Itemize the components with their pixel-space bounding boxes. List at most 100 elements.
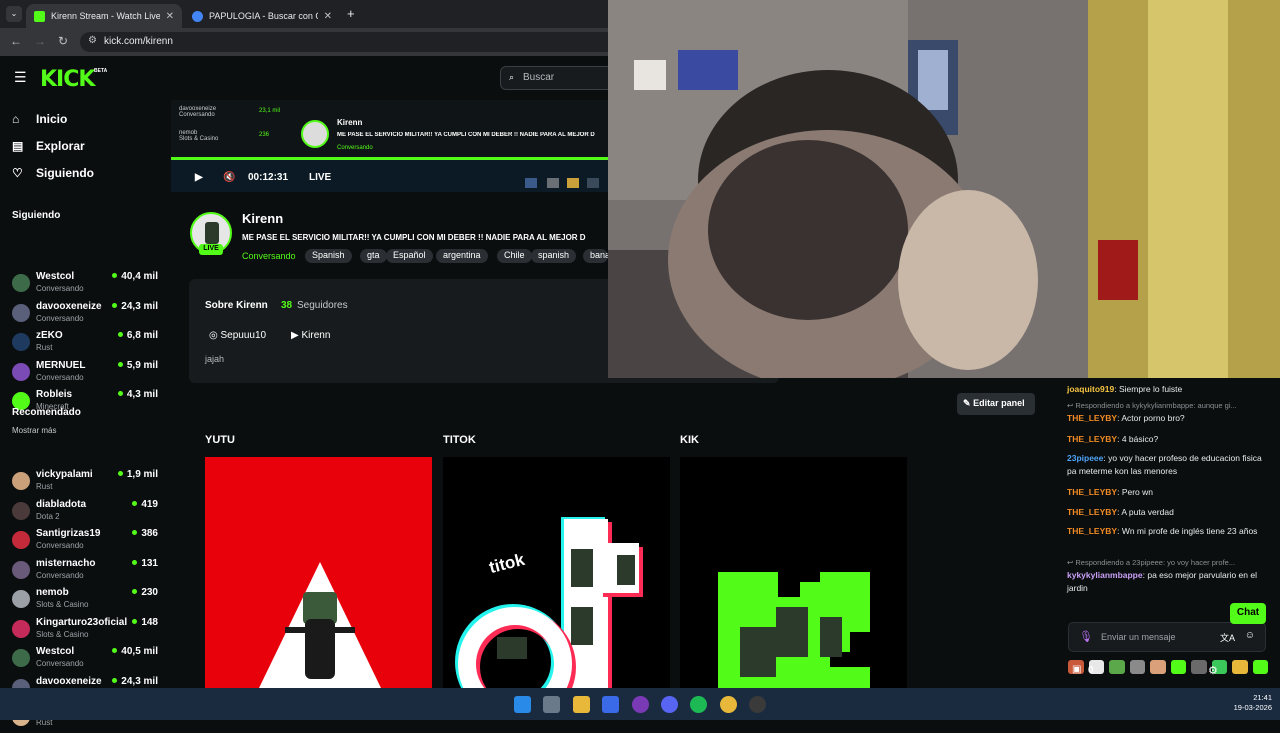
stream-tag[interactable]: gta <box>360 249 387 263</box>
channel-category: Conversando <box>36 313 84 323</box>
nav-explorar[interactable]: ▤ Explorar <box>12 139 85 153</box>
channel-name: davooxeneize <box>36 300 102 312</box>
mini-row: davooxeneize Conversando <box>179 106 217 118</box>
close-icon[interactable]: ✕ <box>166 11 174 22</box>
sidebar-channel[interactable]: vickypalami Rust 1,9 mil <box>12 469 162 497</box>
task-view-icon[interactable] <box>543 696 560 713</box>
chat-username[interactable]: joaquito919 <box>1067 384 1114 394</box>
stream-category[interactable]: Conversando <box>242 251 296 261</box>
chat-username[interactable]: THE_LEYBY <box>1067 434 1117 444</box>
kick-logo[interactable]: KICK <box>40 67 95 92</box>
store-icon[interactable] <box>602 696 619 713</box>
app-icon[interactable] <box>632 696 649 713</box>
sidebar-channel[interactable]: nemob Slots & Casino 230 <box>12 587 162 615</box>
stream-tag[interactable]: Chile <box>497 249 532 263</box>
sidebar-channel[interactable]: Westcol Conversando 40,4 mil <box>12 271 162 299</box>
chat-message: THE_LEYBY: A puta verdad <box>1067 507 1174 517</box>
stream-tag[interactable]: Spanish <box>305 249 352 263</box>
nav-siguiendo[interactable]: ♡ Siguiendo <box>12 166 94 180</box>
tab-google[interactable]: PAPULOGIA - Buscar con Google ✕ <box>184 4 340 28</box>
forward-arrow-icon[interactable]: → <box>34 34 46 48</box>
mini-text: ME PASE EL SERVICIO MILITAR!! YA CUMPLI … <box>337 132 595 138</box>
file-explorer-icon[interactable] <box>573 696 590 713</box>
panel-titok-image[interactable]: titok <box>443 457 670 688</box>
channel-name[interactable]: Kirenn <box>242 211 283 226</box>
kick-page: ☰ KICK BETA ⌕ Buscar ⌂ Inicio ▤ Explorar… <box>0 0 1280 727</box>
channel-category: Slots & Casino <box>36 600 89 609</box>
mute-icon[interactable]: 🔇 <box>223 172 235 183</box>
chat-message: THE_LEYBY: Wn mi profe de inglés tiene 2… <box>1067 526 1258 536</box>
video-player[interactable]: davooxeneize Conversando 23,1 mil nemob Sl… <box>171 100 608 192</box>
microphone-icon[interactable]: 🎙 <box>1079 630 1093 643</box>
chrome-icon[interactable] <box>720 696 737 713</box>
sidebar-channel[interactable]: davooxeneizeConversando 24,3 mil <box>12 301 162 329</box>
spotify-icon[interactable] <box>690 696 707 713</box>
chat-username[interactable]: THE_LEYBY <box>1067 487 1117 497</box>
home-icon: ⌂ <box>12 112 20 126</box>
menu-icon[interactable]: ☰ <box>14 69 27 86</box>
panel-yutu-image[interactable] <box>205 457 432 688</box>
taskbar-thumb-icon <box>587 178 599 188</box>
discord-icon[interactable] <box>661 696 678 713</box>
channel-category: Rust <box>36 343 53 352</box>
play-icon[interactable]: ▶ <box>195 172 203 183</box>
stream-tag[interactable]: argentina <box>436 249 488 263</box>
instagram-link[interactable]: ◎ Sepuuu10 <box>209 330 266 341</box>
sidebar-channel[interactable]: Westcol Conversando 40,5 mil <box>12 646 162 674</box>
avatar <box>12 619 30 638</box>
chat-username[interactable]: kykykylianmbappe <box>1067 570 1143 580</box>
chat-settings-icon[interactable]: ⚙ <box>1208 664 1218 677</box>
sidebar-channel[interactable]: Santigrizas19 Conversando 386 <box>12 528 162 556</box>
channel-name: nemob <box>36 587 69 598</box>
translate-icon[interactable]: 文A <box>1220 631 1235 644</box>
sidebar: ⌂ Inicio ▤ Explorar ♡ Siguiendo Siguiend… <box>0 100 170 727</box>
emoji-icon[interactable]: ☺ <box>1245 630 1255 641</box>
sidebar-channel[interactable]: MERNUEL Conversando 5,9 mil <box>12 360 162 388</box>
chat-send-button[interactable]: Chat <box>1230 603 1266 624</box>
chat-username[interactable]: THE_LEYBY <box>1067 507 1117 517</box>
clock-date: 19-03-2026 <box>1233 703 1272 712</box>
youtube-link[interactable]: ▶ Kirenn <box>291 330 330 341</box>
url-field[interactable]: ⚙ kick.com/kirenn <box>80 32 620 52</box>
sidebar-channel[interactable]: diabladota Dota 2 419 <box>12 499 162 527</box>
points-icon[interactable]: ▣ <box>1072 664 1081 675</box>
stream-tag[interactable]: Español <box>386 249 433 263</box>
site-info-icon[interactable]: ⚙ <box>88 35 97 46</box>
panel-kik-image[interactable] <box>680 457 907 688</box>
tab-search-button[interactable]: ⌄ <box>6 6 22 22</box>
tab-title: PAPULOGIA - Buscar con Google <box>209 11 318 21</box>
sidebar-channel[interactable]: zEKO Rust 6,8 mil <box>12 330 162 358</box>
reload-icon[interactable]: ↻ <box>58 34 68 48</box>
panel-title-kik: KIK <box>680 434 699 446</box>
viewer-count: 24,3 mil <box>112 676 158 687</box>
stream-tag[interactable]: spanish <box>531 249 577 263</box>
followers-label: Seguidores <box>297 300 348 311</box>
show-more-link[interactable]: Mostrar más <box>12 426 56 435</box>
steam-icon[interactable] <box>749 696 766 713</box>
mini-row: nemob Slots & Casino <box>179 130 219 142</box>
progress-bar[interactable] <box>171 157 608 160</box>
nav-inicio[interactable]: ⌂ Inicio <box>12 112 67 126</box>
stream-view: davooxeneize Conversando 23,1 mil nemob Sl… <box>171 100 608 160</box>
new-tab-button[interactable]: + <box>347 6 355 21</box>
sidebar-channel[interactable]: misternacho Conversando 131 <box>12 558 162 586</box>
chat-input[interactable]: 🎙 Enviar un mensaje 文A ☺ <box>1068 622 1266 652</box>
edit-panel-button[interactable]: ✎ Editar panel <box>957 393 1035 415</box>
chat-text: 4 básico? <box>1121 434 1159 444</box>
tab-kirenn[interactable]: Kirenn Stream - Watch Live on Kick ✕ <box>26 4 182 28</box>
stream-tag[interactable]: bananirou <box>583 249 608 263</box>
chat-username[interactable]: THE_LEYBY <box>1067 413 1117 423</box>
channel-name: Robleis <box>36 389 73 400</box>
back-arrow-icon[interactable]: ← <box>10 34 22 48</box>
channel-category: Conversando <box>36 659 84 668</box>
chat-username[interactable]: THE_LEYBY <box>1067 526 1117 536</box>
chat-message: THE_LEYBY: Actor porno bro? <box>1067 413 1185 423</box>
search-input[interactable]: ⌕ Buscar <box>500 66 620 90</box>
close-icon[interactable]: ✕ <box>324 11 332 22</box>
chat-username[interactable]: 23pipeee <box>1067 453 1103 463</box>
windows-start-icon[interactable] <box>514 696 531 713</box>
youtube-logo-graphic <box>259 562 381 688</box>
sidebar-channel[interactable]: Kingarturo23oficial Slots & Casino 148 <box>12 617 162 645</box>
mini-avatar <box>301 120 329 148</box>
chat-message: THE_LEYBY: Pero wn <box>1067 487 1153 497</box>
